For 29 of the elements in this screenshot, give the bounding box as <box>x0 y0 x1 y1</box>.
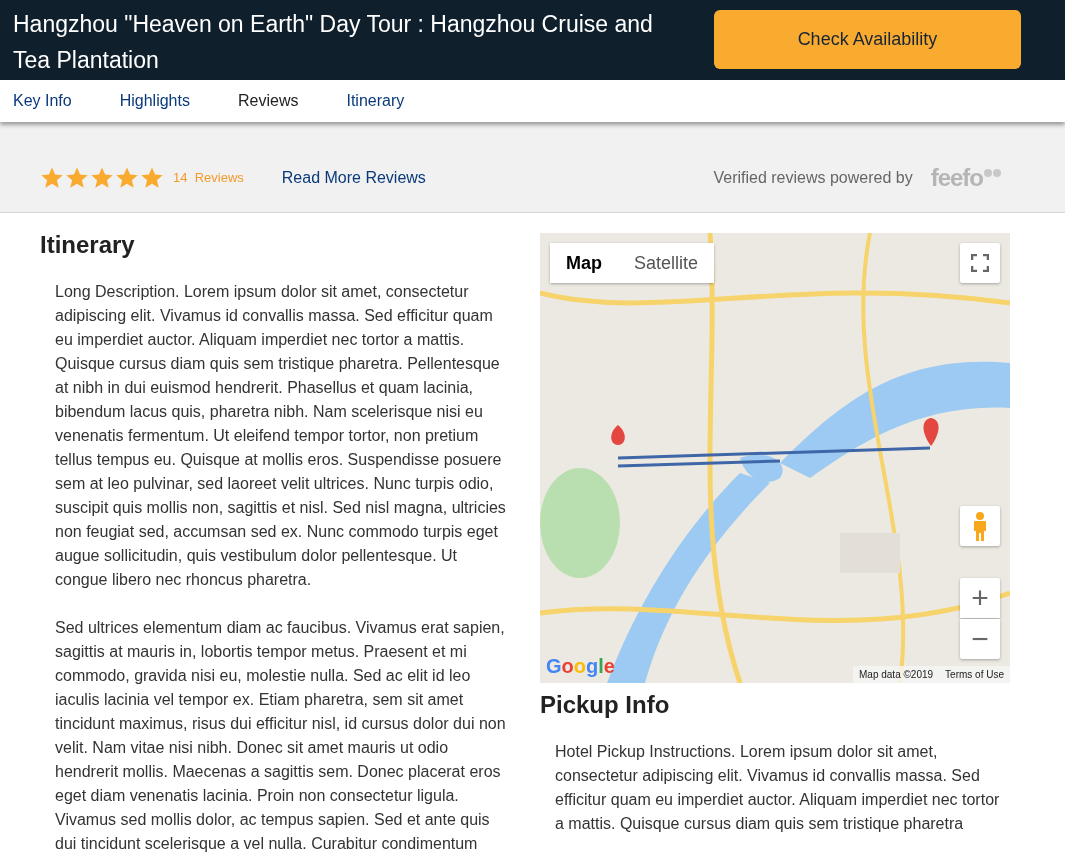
nav-tab[interactable]: Highlights <box>119 80 190 122</box>
verified-reviews-text: Verified reviews powered by <box>713 168 913 188</box>
star-icon <box>140 166 164 190</box>
zoom-out-button[interactable]: − <box>960 619 1000 659</box>
read-more-reviews-link[interactable]: Read More Reviews <box>281 166 426 190</box>
star-icon <box>115 166 139 190</box>
star-icon <box>90 166 114 190</box>
nav-tab[interactable]: Key Info <box>13 80 72 122</box>
map-type-tab[interactable]: Map <box>550 243 618 283</box>
nav-tab[interactable]: Itinerary <box>346 80 405 122</box>
paragraph: Hotel Pickup Instructions. Lorem ipsum dolor sit amet, consectetur adipiscing elit. Vivamus id convallis massa. Sed efficitur quam eu imperdiet auctor. Aliquam imperdiet nec tortor a mattis. Quisque cursus diam quis sem tristique pharetra <box>554 741 1001 834</box>
terms-link[interactable]: Terms of Use <box>945 667 1004 682</box>
star-icon <box>65 166 89 190</box>
star-icon <box>40 166 64 190</box>
feefo-logo: feefo <box>930 168 1003 188</box>
map-type-tab[interactable]: Satellite <box>618 243 715 283</box>
paragraph: Sed ultrices elementum diam ac faucibus. Vivamus erat sapien, sagittis at mauris in, lobortis tempor metus. Praesent et mi commodo, gravida nisi eu, molestie nulla. Sed ac elit id leo iaculis lacinia vel tempor ex. Etiam pharetra, sem sit amet tincidunt maximus, risus dui efficitur nisl, id cursus dolor dui non velit. Nam vitae nisi nibh. Donec sit amet mauris ut odio hendrerit mollis. Maecenas a sagittis sem. Donec placerat eros eget diam venenatis lacinia. Proin non consectetur ligula. Vivamus sed mollis dolor, ac tempus sapien. Sed et ante quis dui tincidunt scelerisque a vel nulla. Curabitur condimentum <box>54 617 507 854</box>
person-icon <box>972 511 988 541</box>
google-logo: Google <box>546 654 615 679</box>
fullscreen-icon <box>971 254 989 272</box>
paragraph: Long Description. Lorem ipsum dolor sit amet, consectetur adipiscing elit. Vivamus id convallis massa. Sed efficitur quam eu imperdiet auctor. Aliquam imperdiet nec tortor a mattis. Quisque cursus diam quis sem tristique pharetra. Pellentesque at nibh in dui euismod hendrerit. Phasellus et quam lacinia, bibendum lacus quis, pharetra nibh. Nam scelerisque nisi eu venenatis fermentum. Ut eleifend tempor tortor, non pretium tellus tempus eu. Quisque at mollis eros. Suspendisse posuere sem at leo pulvinar, sed laoreet velit ultrices. Nunc turpis odio, suscipit quis mollis non, sagittis et nisl. Sed nisl magna, ultricies non feugiat sed, accumsan sed ex. Nunc commodo turpis eget augue sollicitudin, quis vestibulum dolor pellentesque. Ut congue libero nec rhoncus pharetra. <box>54 281 507 590</box>
section-heading: Pickup Info <box>540 691 671 720</box>
fullscreen-button[interactable] <box>960 243 1000 283</box>
map-attribution: Map data ©2019 <box>859 668 934 682</box>
check-availability-button[interactable]: Check Availability <box>714 10 1021 69</box>
nav-tab[interactable]: Reviews <box>237 80 299 122</box>
zoom-in-button[interactable]: + <box>960 578 1000 618</box>
section-heading: Itinerary <box>40 231 136 260</box>
tour-title: Hangzhou "Heaven on Earth" Day Tour : Hangzhou Cruise and Tea Plantation <box>13 10 654 75</box>
